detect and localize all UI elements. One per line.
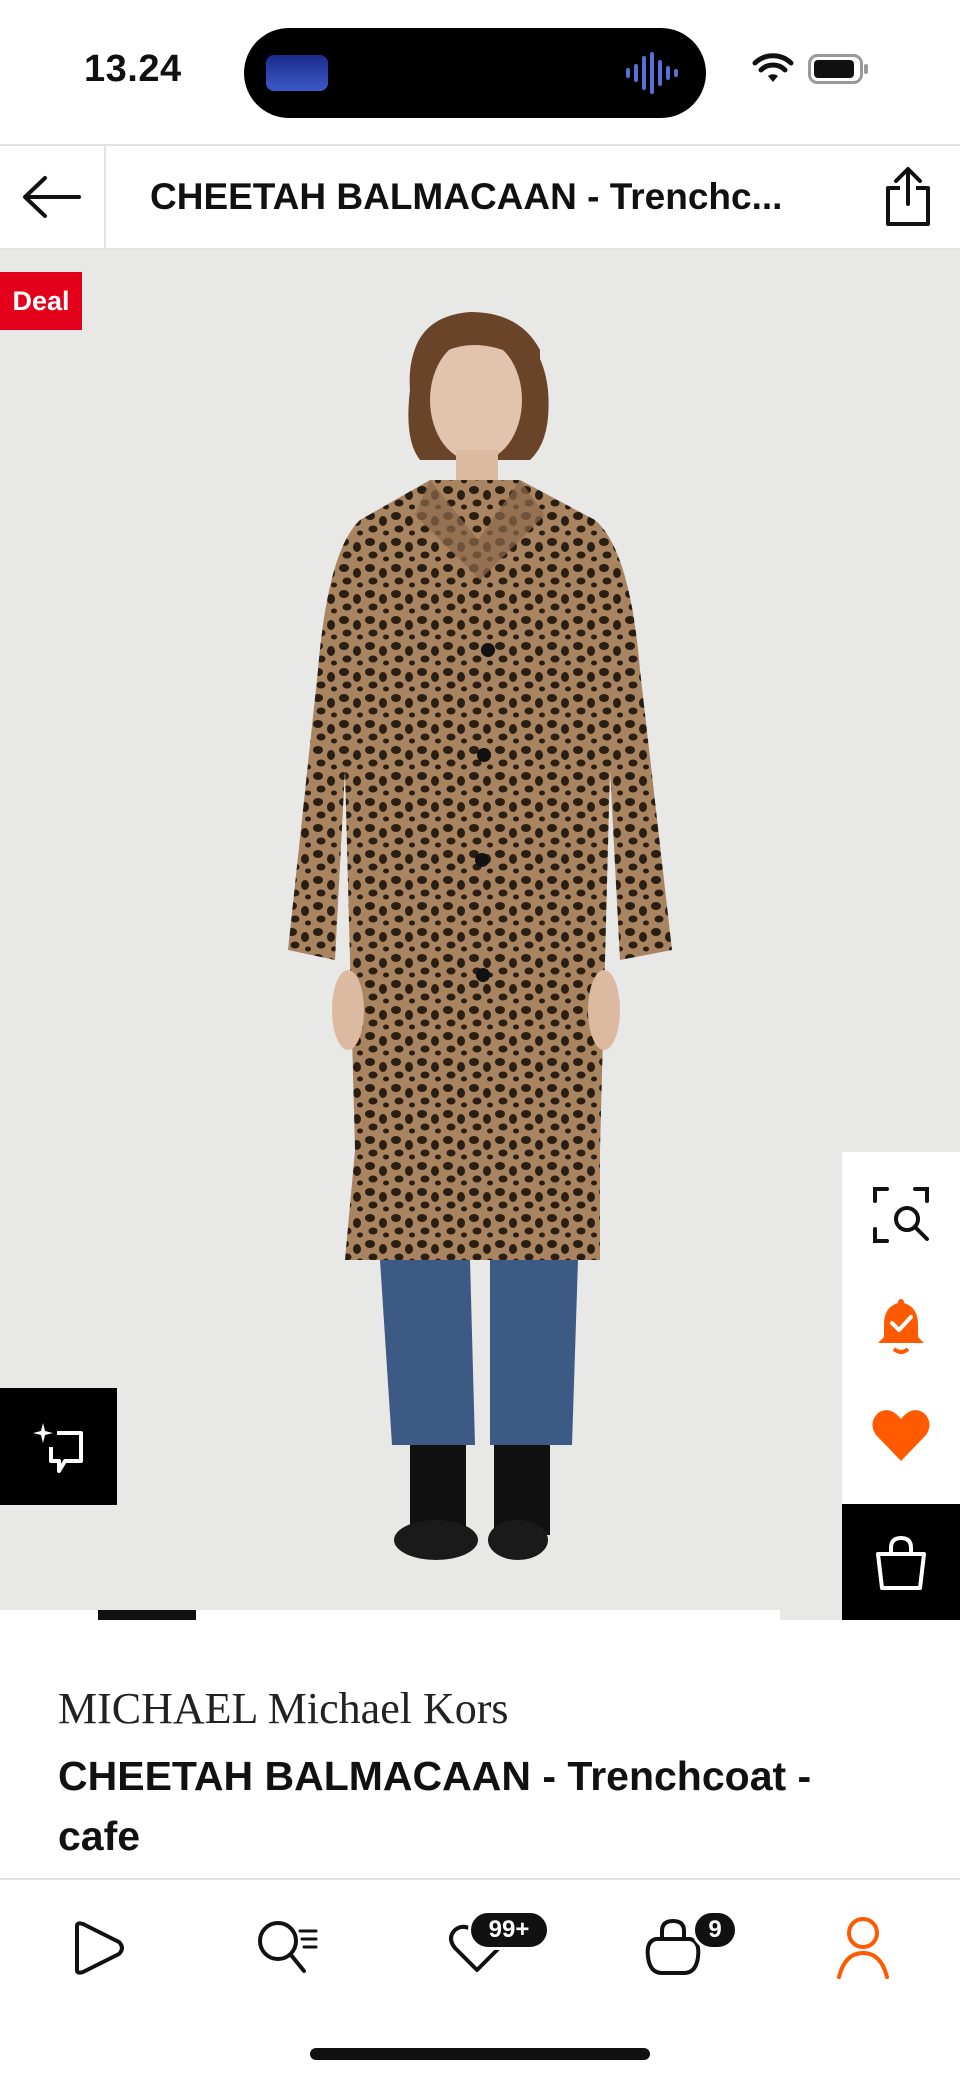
product-header: CHEETAH BALMACAAN - Trenchc... (0, 144, 960, 250)
cart-count-badge: 9 (692, 1910, 738, 1950)
search-list-icon (258, 1921, 318, 1973)
ai-assistant-button[interactable] (0, 1388, 117, 1505)
favorite-button[interactable] (842, 1380, 960, 1490)
header-title: CHEETAH BALMACAAN - Trenchc... (150, 176, 783, 217)
product-info: MICHAEL Michael Kors CHEETAH BALMACAAN -… (58, 1680, 918, 1866)
dynamic-island (244, 28, 706, 118)
add-to-bag-button[interactable] (842, 1504, 960, 1620)
product-name: CHEETAH BALMACAAN - Trenchcoat - cafe (58, 1753, 812, 1859)
price-alert-button[interactable] (842, 1270, 960, 1380)
back-button[interactable] (0, 146, 106, 248)
audio-wave-icon (626, 52, 678, 94)
carousel-progress-indicator (98, 1610, 196, 1620)
nav-home[interactable] (52, 1908, 142, 1988)
deal-badge: Deal (0, 272, 82, 330)
play-icon (75, 1921, 124, 1975)
visual-search-icon (873, 1187, 929, 1243)
bottom-navigation: 99+ 9 (0, 1878, 960, 2081)
profile-icon (837, 1917, 889, 1979)
product-photo (288, 312, 672, 1560)
nav-profile[interactable] (818, 1908, 908, 1988)
sparkle-icon (32, 1422, 83, 1473)
visual-search-button[interactable] (842, 1160, 960, 1270)
product-brand[interactable]: MICHAEL Michael Kors (58, 1680, 918, 1738)
nav-search[interactable] (242, 1908, 332, 1988)
product-image-carousel[interactable]: Deal (0, 250, 960, 1620)
now-playing-app-icon (266, 55, 328, 91)
shopping-bag-icon (876, 1535, 926, 1590)
share-button[interactable] (876, 164, 940, 230)
heart-icon (872, 1410, 930, 1461)
arrow-left-icon (23, 176, 81, 218)
wifi-icon (752, 53, 794, 82)
home-indicator (310, 2048, 650, 2060)
wishlist-count-badge: 99+ (468, 1910, 550, 1950)
status-time: 13.24 (84, 48, 182, 90)
share-icon (886, 167, 930, 226)
status-bar: 13.24 (0, 0, 960, 144)
bell-check-icon (878, 1299, 924, 1354)
battery-icon (808, 54, 868, 84)
